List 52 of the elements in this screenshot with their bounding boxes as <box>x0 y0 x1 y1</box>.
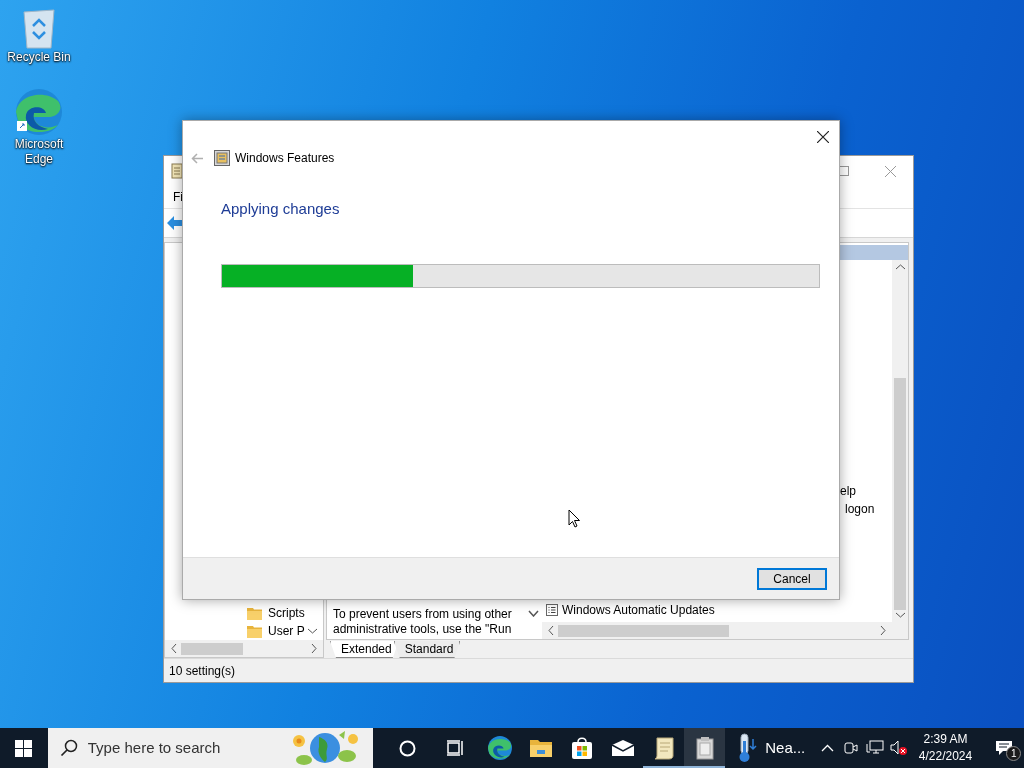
setting-text: elp <box>839 483 857 500</box>
mail-icon <box>610 739 635 757</box>
notifications-button[interactable]: 1 <box>984 728 1024 768</box>
store-icon <box>569 736 594 760</box>
folder-icon <box>247 624 262 638</box>
menu-item[interactable]: Fi <box>173 188 183 206</box>
scroll-left-icon[interactable] <box>171 644 177 653</box>
status-heading: Applying changes <box>221 199 341 219</box>
scroll-right-icon[interactable] <box>311 644 317 653</box>
chevron-up-icon <box>820 744 834 752</box>
scroll-left-icon[interactable] <box>548 626 554 635</box>
cancel-button[interactable]: Cancel <box>757 567 827 590</box>
edge-icon <box>486 735 513 761</box>
edge-icon[interactable] <box>14 87 64 137</box>
scroll-thumb[interactable] <box>894 378 906 610</box>
close-icon <box>884 165 896 177</box>
view-tab[interactable]: Standard <box>393 641 461 658</box>
setting-text: logon <box>844 501 876 518</box>
windows-logo-icon <box>15 739 33 757</box>
scroll-right-icon[interactable] <box>880 626 886 635</box>
search-bar[interactable]: Type here to search <box>47 728 374 768</box>
window-features-icon <box>694 735 715 761</box>
search-field[interactable]: Type here to search <box>85 735 281 761</box>
notification-count: 1 <box>1006 746 1022 761</box>
folder-icon <box>528 738 553 758</box>
description-text: To prevent users from using other administrative tools, use the "Run <box>333 607 513 637</box>
tree-item[interactable]: User P <box>247 622 323 640</box>
cursor-icon <box>568 509 581 528</box>
expand-icon[interactable] <box>528 610 539 617</box>
window-title: Windows Features <box>235 150 335 167</box>
tree-item[interactable]: Scripts <box>247 604 323 622</box>
clock[interactable]: 2:39 AM 4/22/2024 <box>910 731 981 765</box>
scroll-thumb[interactable] <box>558 624 729 637</box>
folder-icon <box>247 606 262 620</box>
status-text: 10 setting(s) <box>169 662 236 680</box>
scroll-thumb[interactable] <box>181 642 243 655</box>
setting-icon <box>546 604 558 616</box>
search-icon <box>59 739 78 757</box>
scroll-icon <box>170 163 184 179</box>
scroll-down-icon[interactable] <box>895 612 905 618</box>
window-features-icon <box>214 150 230 166</box>
scroll-up-icon[interactable] <box>895 264 905 270</box>
weather-text: Nea... <box>765 737 806 758</box>
thermometer-icon <box>737 733 758 763</box>
task-view-icon <box>446 740 465 756</box>
taskbar-app-button[interactable] <box>684 728 726 768</box>
close-icon <box>817 131 829 143</box>
scroll-down-icon[interactable] <box>308 628 317 634</box>
cortana-icon <box>398 739 416 757</box>
weather-widget[interactable]: Nea... <box>725 728 816 768</box>
scroll-icon <box>652 736 675 760</box>
setting-item[interactable]: Windows Automatic Updates <box>562 601 715 619</box>
